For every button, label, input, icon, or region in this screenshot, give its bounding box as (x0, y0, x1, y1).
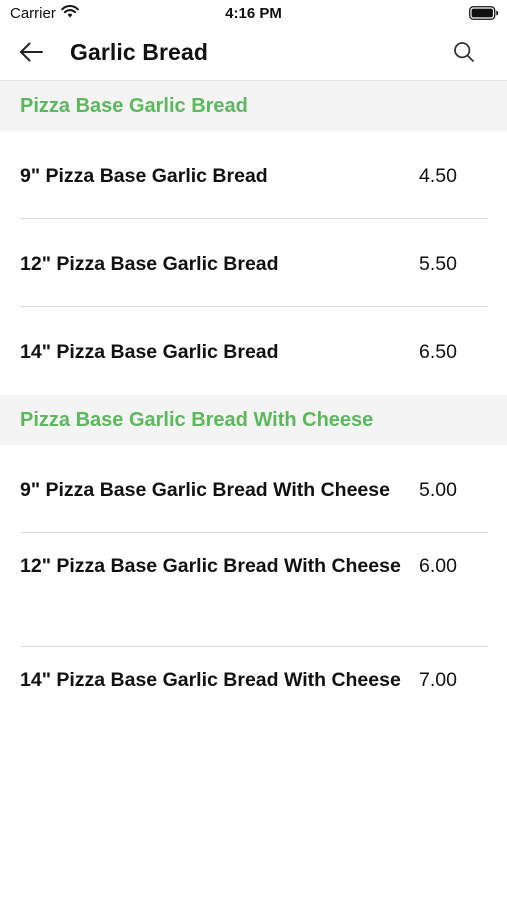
menu-item[interactable]: 9" Pizza Base Garlic Bread With Cheese 5… (20, 445, 488, 533)
menu-item-name: 9" Pizza Base Garlic Bread (20, 165, 268, 187)
page-title: Garlic Bread (70, 39, 208, 65)
status-time: 4:16 PM (225, 5, 282, 22)
screen: Carrier 4:16 PM Garlic Bread Pizza Base … (0, 0, 507, 900)
menu-item[interactable]: 12" Pizza Base Garlic Bread 5.50 (20, 219, 488, 307)
nav-bar: Garlic Bread (0, 28, 507, 81)
menu-item-price: 7.00 (419, 669, 457, 691)
menu-item-name: 12" Pizza Base Garlic Bread (20, 253, 279, 275)
search-icon (453, 41, 475, 68)
menu-item-name: 14" Pizza Base Garlic Bread (20, 341, 279, 363)
menu-item-name: 9" Pizza Base Garlic Bread With Cheese (20, 479, 390, 501)
menu-item[interactable]: 9" Pizza Base Garlic Bread 4.50 (20, 131, 488, 219)
menu-item-price: 5.00 (419, 479, 457, 501)
menu-item-name: 14" Pizza Base Garlic Bread With Cheese (20, 669, 401, 691)
search-button[interactable] (449, 39, 479, 69)
section-title: Pizza Base Garlic Bread With Cheese (20, 408, 374, 431)
menu-item[interactable]: 14" Pizza Base Garlic Bread With Cheese … (20, 647, 488, 761)
status-bar: Carrier 4:16 PM (0, 0, 507, 28)
arrow-left-icon (18, 41, 44, 68)
battery-icon (469, 6, 499, 25)
back-button[interactable] (14, 38, 48, 70)
menu-item-price: 4.50 (419, 165, 457, 187)
menu-item-name: 12" Pizza Base Garlic Bread With Cheese (20, 555, 401, 577)
section-header: Pizza Base Garlic Bread With Cheese (0, 395, 507, 445)
menu-list: Pizza Base Garlic Bread 9" Pizza Base Ga… (0, 81, 507, 761)
menu-item-price: 6.00 (419, 555, 457, 577)
menu-item-price: 6.50 (419, 341, 457, 363)
section-header: Pizza Base Garlic Bread (0, 81, 507, 131)
menu-item[interactable]: 14" Pizza Base Garlic Bread 6.50 (20, 307, 488, 395)
menu-item[interactable]: 12" Pizza Base Garlic Bread With Cheese … (20, 533, 488, 647)
menu-item-price: 5.50 (419, 253, 457, 275)
section-title: Pizza Base Garlic Bread (20, 94, 248, 117)
